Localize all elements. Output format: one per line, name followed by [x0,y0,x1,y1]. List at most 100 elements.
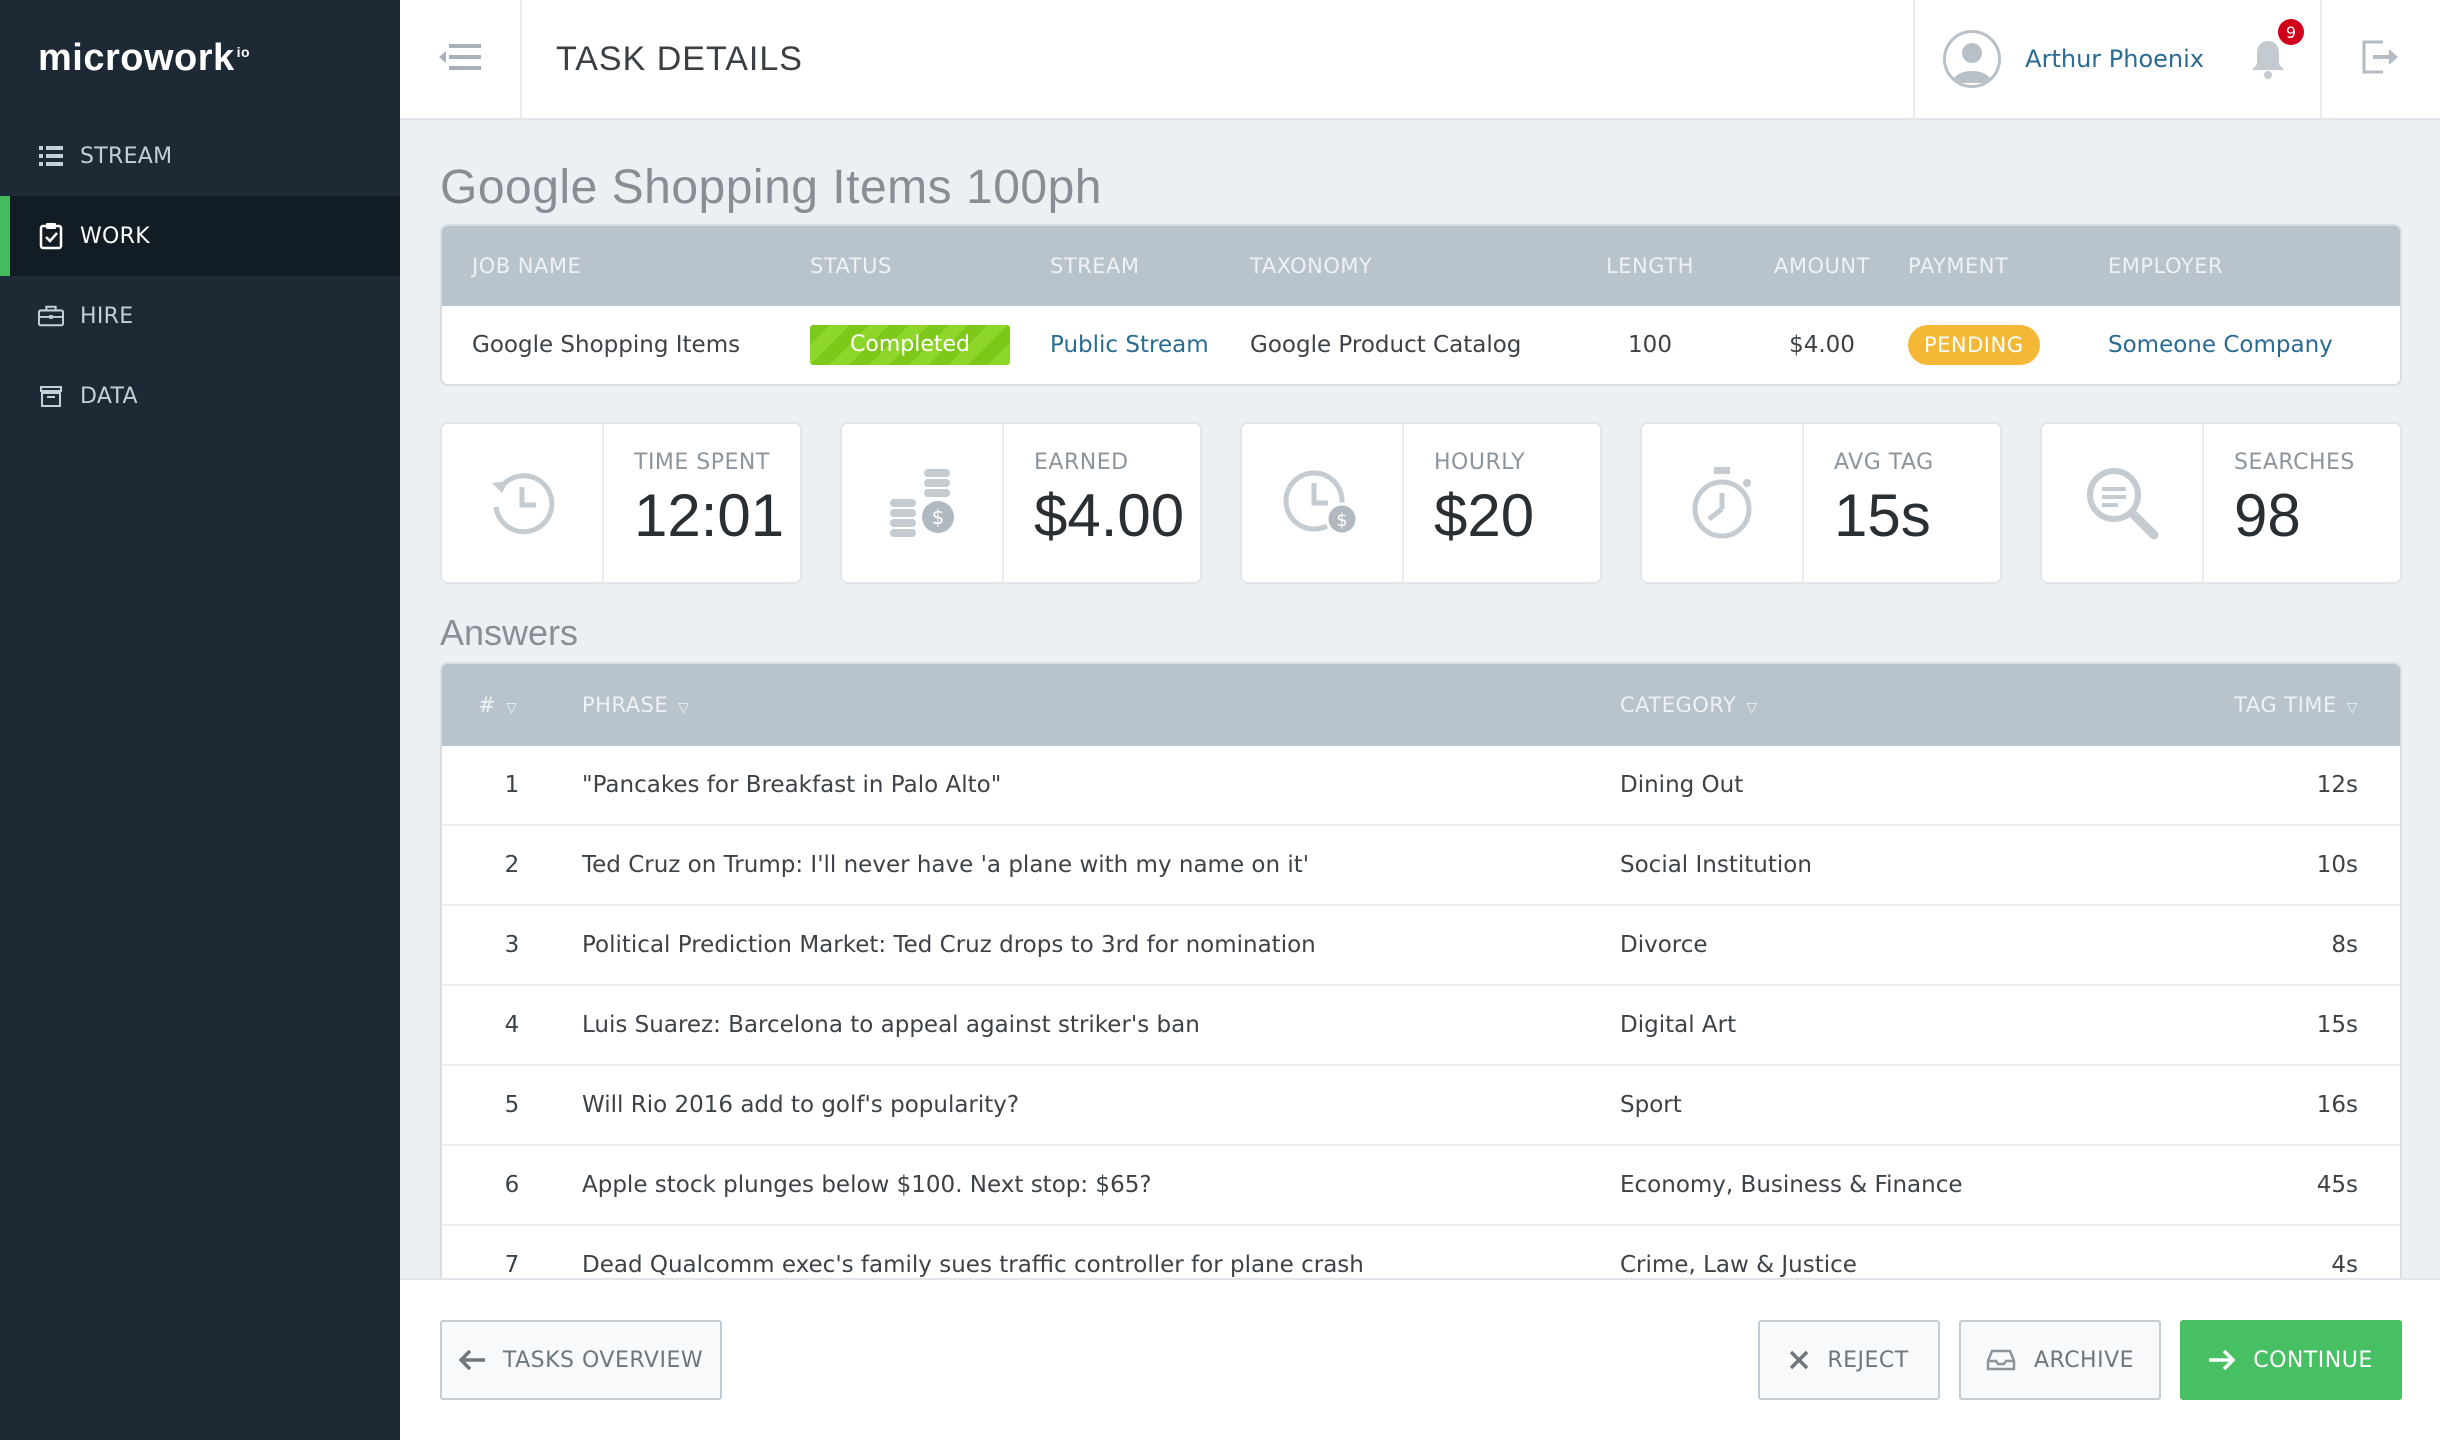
row-category: Social Institution [1620,852,1812,878]
sidebar-item-work[interactable]: WORK [0,196,400,276]
table-row[interactable]: 3 Political Prediction Market: Ted Cruz … [442,906,2400,986]
sidebar-item-label: STREAM [80,143,173,169]
stat-label: AVG TAG [1834,450,1934,475]
table-row[interactable]: 2 Ted Cruz on Trump: I'll never have 'a … [442,826,2400,906]
row-number: 5 [504,1092,520,1118]
stat-hourly: $ HOURLY $20 [1240,422,1602,584]
row-phrase: Apple stock plunges below $100. Next sto… [582,1172,1152,1198]
sidebar-item-data[interactable]: DATA [0,356,400,436]
table-row[interactable]: 4 Luis Suarez: Barcelona to appeal again… [442,986,2400,1066]
svg-text:$: $ [932,505,945,529]
logo-text: microwork [38,36,235,79]
user-name[interactable]: Arthur Phoenix [2025,45,2204,73]
archive-button[interactable]: ARCHIVE [1959,1320,2161,1400]
status-cell: Completed [810,325,1050,365]
arrow-right-icon [2209,1349,2236,1371]
sidebar-item-hire[interactable]: HIRE [0,276,400,356]
row-tag-time: 16s [2316,1092,2358,1118]
row-tag-time: 15s [2316,1012,2358,1038]
notification-count-badge: 9 [2278,19,2304,45]
clipboard-check-icon [38,223,64,250]
tasks-overview-button[interactable]: TASKS OVERVIEW [440,1320,722,1400]
history-clock-icon [442,424,604,582]
row-number: 6 [504,1172,520,1198]
table-row[interactable]: 5 Will Rio 2016 add to golf's popularity… [442,1066,2400,1146]
row-tag-time: 8s [2331,932,2358,958]
stat-value: 12:01 [634,482,785,549]
svg-text:$: $ [1336,510,1347,531]
job-table-header: JOB NAME STATUS STREAM TAXONOMY LENGTH A… [442,226,2400,306]
notifications-button[interactable]: 9 [2248,19,2304,81]
stopwatch-icon [1642,424,1804,582]
coins-icon: $ [842,424,1004,582]
sort-by-number[interactable]: # ▽ [442,693,582,717]
reject-label: REJECT [1827,1347,1909,1373]
briefcase-icon [38,303,64,329]
row-number: 2 [504,852,520,878]
stat-value: 98 [2234,482,2301,549]
row-category: Divorce [1620,932,1708,958]
search-icon [2042,424,2204,582]
col-taxonomy: TAXONOMY [1250,254,1373,278]
col-phrase-label: PHRASE [582,693,669,717]
row-phrase: Political Prediction Market: Ted Cruz dr… [582,932,1316,958]
row-category: Crime, Law & Justice [1620,1252,1857,1278]
stream-link[interactable]: Public Stream [1050,332,1250,358]
page-title: TASK DETAILS [556,39,803,78]
logo[interactable]: microwork io [0,0,400,116]
status-badge: Completed [810,325,1010,365]
stats-row: TIME SPENT 12:01 $ EARNED $4.00 $ HOURLY… [440,422,2402,584]
sidebar: microwork io STREAM WORK HIRE DATA [0,0,400,1440]
employer-link[interactable]: Someone Company [2108,332,2400,358]
sidebar-item-stream[interactable]: STREAM [0,116,400,196]
sort-by-tag-time[interactable]: TAG TIME ▽ [2200,693,2400,717]
sort-triangle-icon: ▽ [506,700,518,716]
row-category: Sport [1620,1092,1682,1118]
job-row: Google Shopping Items Completed Public S… [442,306,2400,384]
row-number: 3 [504,932,520,958]
row-phrase: Dead Qualcomm exec's family sues traffic… [582,1252,1364,1278]
table-row[interactable]: 6 Apple stock plunges below $100. Next s… [442,1146,2400,1226]
sort-triangle-icon: ▽ [1746,700,1758,716]
stat-avg-tag: AVG TAG 15s [1640,422,2002,584]
menu-toggle-button[interactable] [400,0,522,119]
sort-triangle-icon: ▽ [2346,700,2358,716]
col-amount: AMOUNT [1774,254,1870,278]
sidebar-item-label: WORK [80,223,150,249]
close-icon [1789,1350,1809,1370]
table-row[interactable]: 1 "Pancakes for Breakfast in Palo Alto" … [442,746,2400,826]
header: TASK DETAILS Arthur Phoenix 9 [400,0,2440,120]
col-number-label: # [478,693,497,717]
amount: $4.00 [1789,332,1855,358]
user-menu[interactable]: Arthur Phoenix 9 [1913,0,2320,119]
bell-icon [2248,41,2288,85]
stat-earned: $ EARNED $4.00 [840,422,1202,584]
sidebar-item-label: HIRE [80,303,134,329]
col-length: LENGTH [1606,254,1694,278]
avatar[interactable] [1943,30,2002,88]
continue-button[interactable]: CONTINUE [2180,1320,2402,1400]
job-title: Google Shopping Items 100ph [440,161,1102,214]
main-content: Google Shopping Items 100ph JOB NAME STA… [440,120,2402,1306]
row-number: 7 [504,1252,520,1278]
list-icon [38,143,64,169]
archive-label: ARCHIVE [2033,1347,2135,1373]
row-category: Digital Art [1620,1012,1737,1038]
reject-button[interactable]: REJECT [1758,1320,1940,1400]
logout-button[interactable] [2320,0,2440,119]
sort-by-phrase[interactable]: PHRASE ▽ [582,693,1620,717]
row-tag-time: 45s [2316,1172,2358,1198]
row-tag-time: 4s [2331,1252,2358,1278]
archive-box-icon [38,383,64,409]
taxonomy: Google Product Catalog [1250,332,1522,358]
col-employer: EMPLOYER [2108,254,2224,278]
col-category-label: CATEGORY [1620,693,1737,717]
sort-by-category[interactable]: CATEGORY ▽ [1620,693,2200,717]
row-phrase: Ted Cruz on Trump: I'll never have 'a pl… [582,852,1310,878]
stat-value: $20 [1434,482,1535,549]
col-stream: STREAM [1050,254,1140,278]
row-number: 1 [504,772,520,798]
answers-table: # ▽ PHRASE ▽ CATEGORY ▽ TAG TIME ▽ 1 "Pancak… [440,662,2402,1306]
inbox-tray-icon [1986,1349,2016,1371]
payment-badge: PENDING [1908,325,2040,365]
